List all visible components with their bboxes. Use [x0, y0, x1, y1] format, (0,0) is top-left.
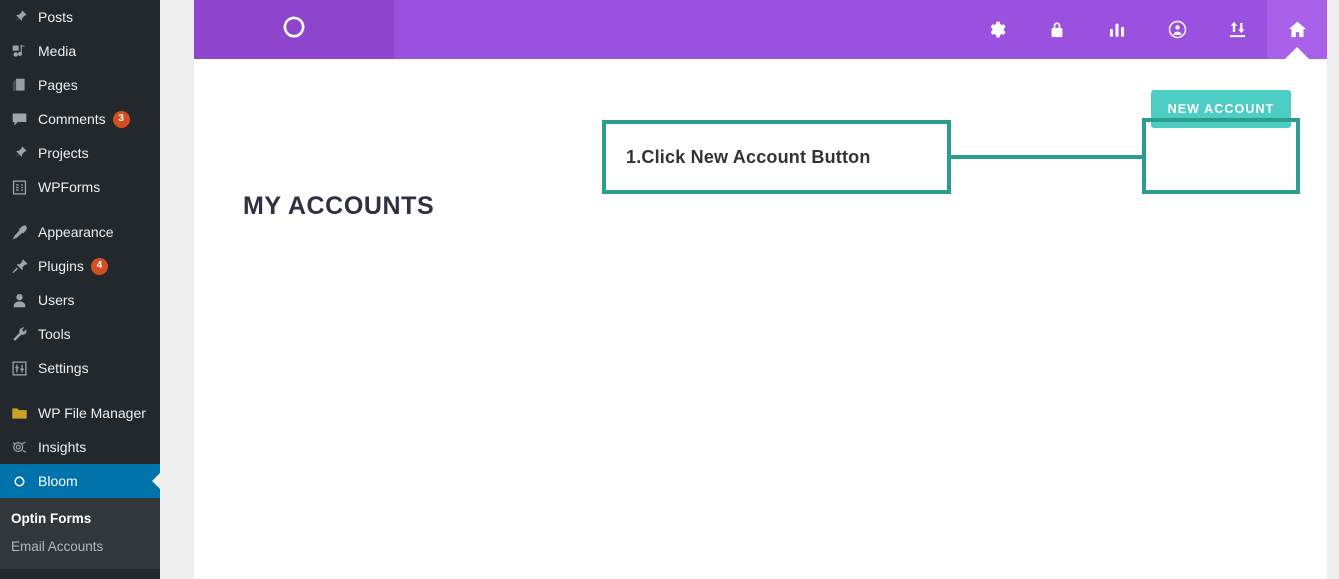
sliders-icon — [9, 358, 29, 378]
pages-icon — [9, 75, 29, 95]
submenu-item-email-accounts[interactable]: Email Accounts — [0, 533, 160, 561]
import-export-icon — [1227, 19, 1248, 40]
sidebar-item-settings[interactable]: Settings — [0, 351, 160, 385]
sidebar-item-wp-file-manager[interactable]: WP File Manager — [0, 396, 160, 430]
bloom-logo-block — [194, 0, 394, 59]
sidebar-item-pages[interactable]: Pages — [0, 68, 160, 102]
bloom-logo-icon — [9, 471, 29, 491]
bloom-logo-icon — [275, 8, 313, 51]
sidebar-item-badge: 4 — [90, 257, 108, 275]
user-circle-icon — [1167, 19, 1188, 40]
brush-icon — [9, 222, 29, 242]
sidebar-item-label: Posts — [38, 9, 74, 25]
sidebar-item-label: Comments — [38, 111, 106, 127]
sidebar-item-plugins[interactable]: Plugins 4 — [0, 249, 160, 283]
home-icon — [1287, 19, 1308, 40]
sidebar-item-media[interactable]: Media — [0, 34, 160, 68]
wrench-icon — [9, 324, 29, 344]
bloom-submenu: Optin Forms Email Accounts — [0, 498, 160, 569]
sidebar-item-label: Tools — [38, 326, 71, 342]
header-tab-account[interactable] — [1147, 0, 1207, 59]
bar-chart-icon — [1107, 20, 1127, 40]
sidebar-item-label: Plugins — [38, 258, 84, 274]
user-icon — [9, 290, 29, 310]
sidebar-item-appearance[interactable]: Appearance — [0, 215, 160, 249]
sidebar-item-projects[interactable]: Projects — [0, 136, 160, 170]
media-icon — [9, 41, 29, 61]
pin-icon — [9, 143, 29, 163]
insights-icon — [9, 437, 29, 457]
lock-icon — [1047, 20, 1067, 40]
sidebar-item-comments[interactable]: Comments 3 — [0, 102, 160, 136]
screen: Posts Media Pages Comments 3 Projects WPForms A… — [0, 0, 1339, 579]
header-tab-statistics[interactable] — [1087, 0, 1147, 59]
sidebar-item-wpforms[interactable]: WPForms — [0, 170, 160, 204]
sidebar-item-bloom[interactable]: Bloom — [0, 464, 160, 498]
pin-icon — [9, 7, 29, 27]
sidebar-active-arrow-icon — [152, 473, 160, 489]
header-tab-privacy[interactable] — [1027, 0, 1087, 59]
page-title: MY ACCOUNTS — [243, 192, 435, 220]
sidebar-item-label: WPForms — [38, 179, 101, 195]
forms-icon — [9, 177, 29, 197]
plug-icon — [9, 256, 29, 276]
sidebar-item-label: Bloom — [38, 473, 78, 489]
new-account-button[interactable]: NEW ACCOUNT — [1151, 90, 1291, 128]
sidebar-item-label: Insights — [38, 439, 87, 455]
sidebar-item-label: Users — [38, 292, 75, 308]
sidebar-item-tools[interactable]: Tools — [0, 317, 160, 351]
sidebar-separator — [0, 385, 160, 396]
submenu-item-optin-forms[interactable]: Optin Forms — [0, 505, 160, 533]
sidebar-item-label: Media — [38, 43, 77, 59]
folder-icon — [9, 403, 29, 423]
sidebar-item-label: Appearance — [38, 224, 114, 240]
gear-icon — [987, 19, 1008, 40]
sidebar-item-label: Projects — [38, 145, 89, 161]
admin-sidebar: Posts Media Pages Comments 3 Projects WPForms A… — [0, 0, 160, 579]
header-tab-home[interactable] — [1267, 0, 1327, 60]
header-tab-settings[interactable] — [967, 0, 1027, 59]
sidebar-item-label: Pages — [38, 77, 78, 93]
sidebar-item-label: WP File Manager — [38, 405, 146, 421]
sidebar-item-badge: 3 — [112, 110, 130, 128]
bloom-panel-body: MY ACCOUNTS NEW ACCOUNT — [194, 59, 1327, 579]
sidebar-item-label: Settings — [38, 360, 89, 376]
sidebar-item-insights[interactable]: Insights — [0, 430, 160, 464]
sidebar-separator — [0, 204, 160, 215]
comment-icon — [9, 109, 29, 129]
sidebar-item-users[interactable]: Users — [0, 283, 160, 317]
bloom-header-bar — [194, 0, 1327, 60]
bloom-header-nav — [967, 0, 1327, 60]
bloom-panel: MY ACCOUNTS NEW ACCOUNT — [194, 0, 1327, 579]
header-tab-import-export[interactable] — [1207, 0, 1267, 59]
header-spacer — [394, 0, 967, 59]
sidebar-item-posts[interactable]: Posts — [0, 0, 160, 34]
